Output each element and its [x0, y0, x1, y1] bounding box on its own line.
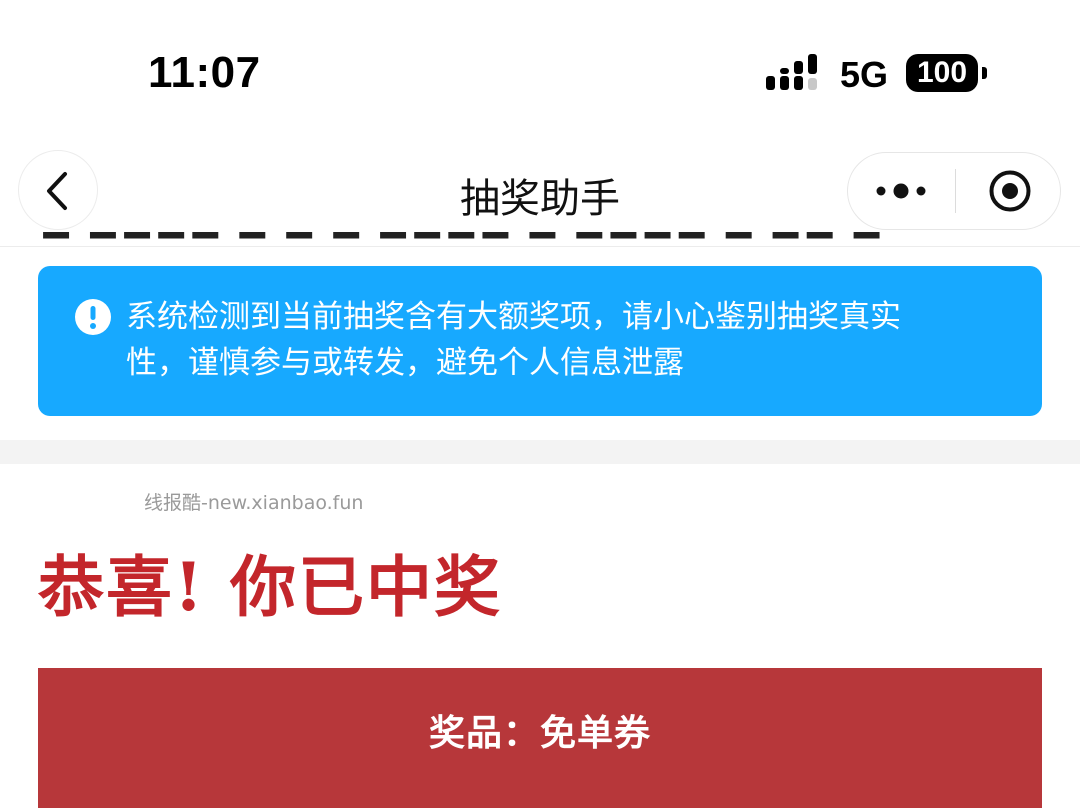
risk-warning-banner: 系统检测到当前抽奖含有大额奖项，请小心鉴别抽奖真实性，谨慎参与或转发，避免个人信…	[38, 266, 1042, 416]
battery-level: 100	[906, 54, 978, 92]
status-bar: 11:07 5G 100	[0, 0, 1080, 140]
risk-warning-text: 系统检测到当前抽奖含有大额奖项，请小心鉴别抽奖真实性，谨慎参与或转发，避免个人信…	[126, 299, 901, 381]
watermark-text: 线报酷-new.xianbao.fun	[144, 492, 364, 514]
battery-icon: 100	[906, 54, 988, 92]
prize-card: 奖品：免单券	[38, 668, 1042, 808]
more-dots-icon	[876, 183, 926, 199]
signal-strength-icon	[766, 54, 817, 90]
clipped-text-line: ▬ ▬▬▬▬ ▬ ▬ ▬ ▬▬▬▬ ▬ ▬▬▬▬ ▬ ▬▬ ▬	[40, 232, 1040, 248]
navigation-bar: 抽奖助手	[0, 140, 1080, 247]
network-type-label: 5G	[840, 54, 889, 95]
prize-label: 奖品：免单券	[428, 713, 651, 754]
mini-program-capsule	[847, 152, 1061, 230]
close-mini-program-button[interactable]	[956, 153, 1060, 229]
section-divider	[0, 440, 1080, 464]
page-title: 抽奖助手	[460, 176, 620, 222]
status-time: 11:07	[148, 48, 261, 97]
exclamation-circle-icon	[75, 299, 111, 335]
winning-headline: 恭喜! 你已中奖	[38, 548, 502, 626]
target-circle-icon	[989, 170, 1031, 212]
more-button[interactable]	[848, 153, 954, 229]
scrolled-content-fragment: ▬ ▬▬▬▬ ▬ ▬ ▬ ▬▬▬▬ ▬ ▬▬▬▬ ▬ ▬▬ ▬	[40, 232, 1040, 248]
back-button[interactable]	[18, 150, 98, 230]
chevron-left-icon	[47, 172, 67, 210]
